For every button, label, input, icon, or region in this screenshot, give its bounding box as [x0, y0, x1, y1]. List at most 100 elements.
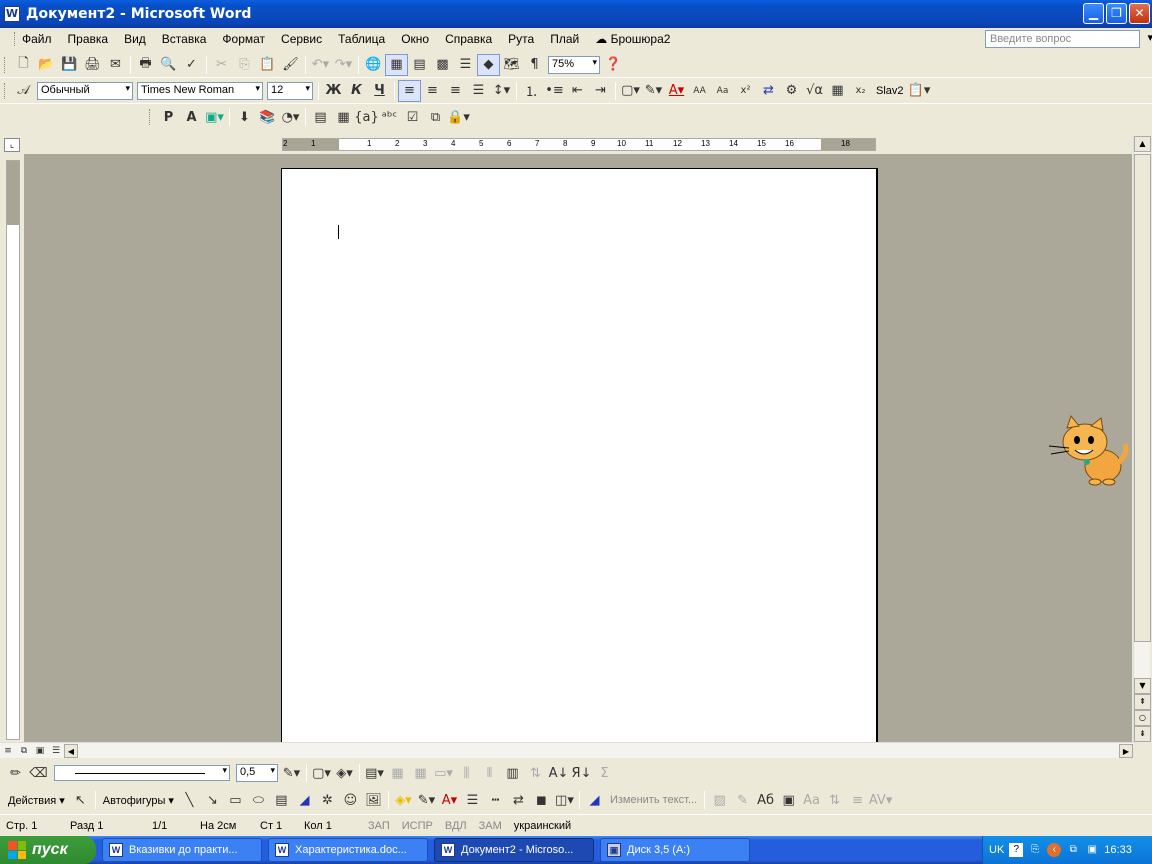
equation-icon[interactable]: √α	[803, 80, 826, 102]
rectangle-icon[interactable]: ▭	[224, 789, 247, 811]
text-direction-icon[interactable]: ⇅	[524, 762, 547, 784]
status-trk[interactable]: ИСПР	[396, 820, 439, 832]
tables-borders-icon[interactable]: ▦	[385, 53, 408, 76]
superscript-icon[interactable]: x²	[734, 80, 757, 102]
show-hide-icon[interactable]: ¶	[523, 54, 546, 76]
border-color-icon[interactable]: ✎▾	[280, 762, 303, 784]
subscript-icon[interactable]: x₂	[849, 80, 872, 102]
outline-view-icon[interactable]: ☰	[48, 744, 64, 758]
font-color-2-icon[interactable]: A▾	[438, 789, 461, 811]
cut-icon[interactable]: ✂	[210, 54, 233, 76]
status-language[interactable]: украинский	[508, 820, 577, 832]
horizontal-ruler[interactable]: 21 123 456 789 10 11 12 13 14 15 16 18	[282, 138, 876, 151]
wordart-icon[interactable]: ◢	[293, 789, 316, 811]
shrink-font-icon[interactable]: Aa	[711, 80, 734, 102]
start-button[interactable]: пуск	[0, 836, 96, 864]
print-layout-icon[interactable]: ▣	[32, 744, 48, 758]
minimize-button[interactable]: ▁	[1083, 3, 1104, 24]
wordart-gallery-icon[interactable]: ▨	[708, 789, 731, 811]
sort-descending-icon[interactable]: Я↓	[570, 762, 593, 784]
table-autoformat-icon[interactable]: ▥	[501, 762, 524, 784]
columns-icon[interactable]: ☰	[454, 54, 477, 76]
line-icon[interactable]: ╲	[178, 789, 201, 811]
symbol-icon[interactable]: ⚙	[780, 80, 803, 102]
menu-help[interactable]: Справка	[437, 32, 500, 46]
p-button[interactable]: P	[157, 106, 180, 128]
help-icon[interactable]: ❓	[602, 54, 625, 76]
scroll-right-icon[interactable]: ▶	[1119, 743, 1133, 758]
previous-page-icon[interactable]: ⇞	[1134, 694, 1151, 710]
print-preview-icon[interactable]: 🔍	[157, 54, 180, 76]
wordart-shape-icon[interactable]: Aб	[754, 789, 777, 811]
split-cells-icon[interactable]: ▦	[409, 762, 432, 784]
shadow-icon[interactable]: ◼	[530, 789, 553, 811]
paste-special-icon[interactable]: 📋▾	[908, 80, 931, 102]
next-page-icon[interactable]: ⇟	[1134, 726, 1151, 742]
tray-icon[interactable]: ⎘	[1028, 843, 1042, 857]
picture-icon[interactable]: 🖼	[362, 789, 385, 811]
status-rec[interactable]: ЗАП	[362, 820, 396, 832]
books-icon[interactable]: 📚	[256, 106, 279, 128]
align-center-icon[interactable]: ≡	[421, 80, 444, 102]
hyperlink-icon[interactable]: 🌐	[362, 54, 385, 76]
borders-icon[interactable]: ▢▾	[619, 80, 642, 102]
wordart-same-height-icon[interactable]: Aa	[800, 789, 823, 811]
justify-icon[interactable]: ☰	[467, 80, 490, 102]
format-painter-icon[interactable]: 🖌	[279, 54, 302, 76]
align-left-icon[interactable]: ≡	[398, 79, 421, 102]
insert-excel-icon[interactable]: ▩	[431, 54, 454, 76]
paste-icon[interactable]: 📋	[256, 54, 279, 76]
wordart-spacing-icon[interactable]: AV▾	[869, 789, 892, 811]
format-wordart-icon[interactable]: ✎	[731, 789, 754, 811]
print-icon[interactable]: 🖶	[134, 54, 157, 76]
normal-view-icon[interactable]: ≡	[0, 744, 16, 758]
toolbar-grip[interactable]	[149, 109, 153, 125]
line-spacing-icon[interactable]: ↕▾	[490, 80, 513, 102]
wordart-2-icon[interactable]: ◢	[583, 789, 606, 811]
wordart-vertical-icon[interactable]: ⇅	[823, 789, 846, 811]
translate-icon[interactable]: ⇄	[757, 80, 780, 102]
distribute-columns-icon[interactable]: ⫴	[478, 762, 501, 784]
taskbar-item[interactable]: ▣ Диск 3,5 (A:)	[600, 838, 750, 862]
oval-icon[interactable]: ⬭	[247, 789, 270, 811]
select-objects-icon[interactable]: ↖	[69, 789, 92, 811]
mail-icon[interactable]: ✉	[104, 54, 127, 76]
browse-object-icon[interactable]: ○	[1134, 710, 1151, 726]
styles-icon[interactable]: 𝒜	[12, 80, 35, 102]
a-button[interactable]: A	[180, 106, 203, 128]
underline-button[interactable]: Ч	[368, 80, 391, 102]
menu-ruta[interactable]: Рута	[500, 32, 542, 46]
highlight-icon[interactable]: ✎▾	[642, 80, 665, 102]
line-weight-select[interactable]: 0,5 ▾	[236, 764, 278, 782]
3d-icon[interactable]: ◫▾	[553, 789, 576, 811]
title-bar[interactable]: W Документ2 - Microsoft Word ▁ ❐ ✕	[0, 0, 1152, 28]
taskbar-item[interactable]: W Вказивки до практи...	[102, 838, 262, 862]
draw-table-icon[interactable]: ✏	[4, 762, 27, 784]
calendar-icon[interactable]: ▦	[332, 106, 355, 128]
taskbar-item-active[interactable]: W Документ2 - Microso...	[434, 838, 594, 862]
dash-style-icon[interactable]: ┅	[484, 789, 507, 811]
arrow-icon[interactable]: ↘	[201, 789, 224, 811]
outside-border-icon[interactable]: ▢▾	[310, 762, 333, 784]
font-size-select[interactable]: 12 ▾	[267, 81, 313, 100]
menu-table[interactable]: Таблица	[330, 32, 393, 46]
vertical-ruler[interactable]	[6, 160, 20, 740]
calculator-icon[interactable]: ▦	[826, 80, 849, 102]
font-select[interactable]: Times New Roman ▾	[137, 81, 263, 100]
permission-icon[interactable]: 🖨	[81, 54, 104, 76]
copy-icon[interactable]: ⎘	[233, 54, 256, 76]
tab-selector[interactable]: ⌞	[4, 138, 20, 152]
autosum-icon[interactable]: Σ	[593, 762, 616, 784]
font-color-icon[interactable]: A▾	[665, 80, 688, 102]
merge-cells-icon[interactable]: ▦	[386, 762, 409, 784]
menu-edit[interactable]: Правка	[60, 32, 117, 46]
collapse-tray-icon[interactable]: ‹	[1047, 843, 1062, 857]
textbox-icon[interactable]: ▤	[270, 789, 293, 811]
insert-file-icon[interactable]: ⬇	[233, 106, 256, 128]
drawing-icon[interactable]: ◆	[477, 53, 500, 76]
distribute-rows-icon[interactable]: ⫼	[455, 762, 478, 784]
decrease-indent-icon[interactable]: ⇤	[566, 80, 589, 102]
slav-button[interactable]: Slav2	[872, 85, 908, 97]
check-icon[interactable]: ☑	[401, 106, 424, 128]
insert-table-icon[interactable]: ▤	[408, 54, 431, 76]
